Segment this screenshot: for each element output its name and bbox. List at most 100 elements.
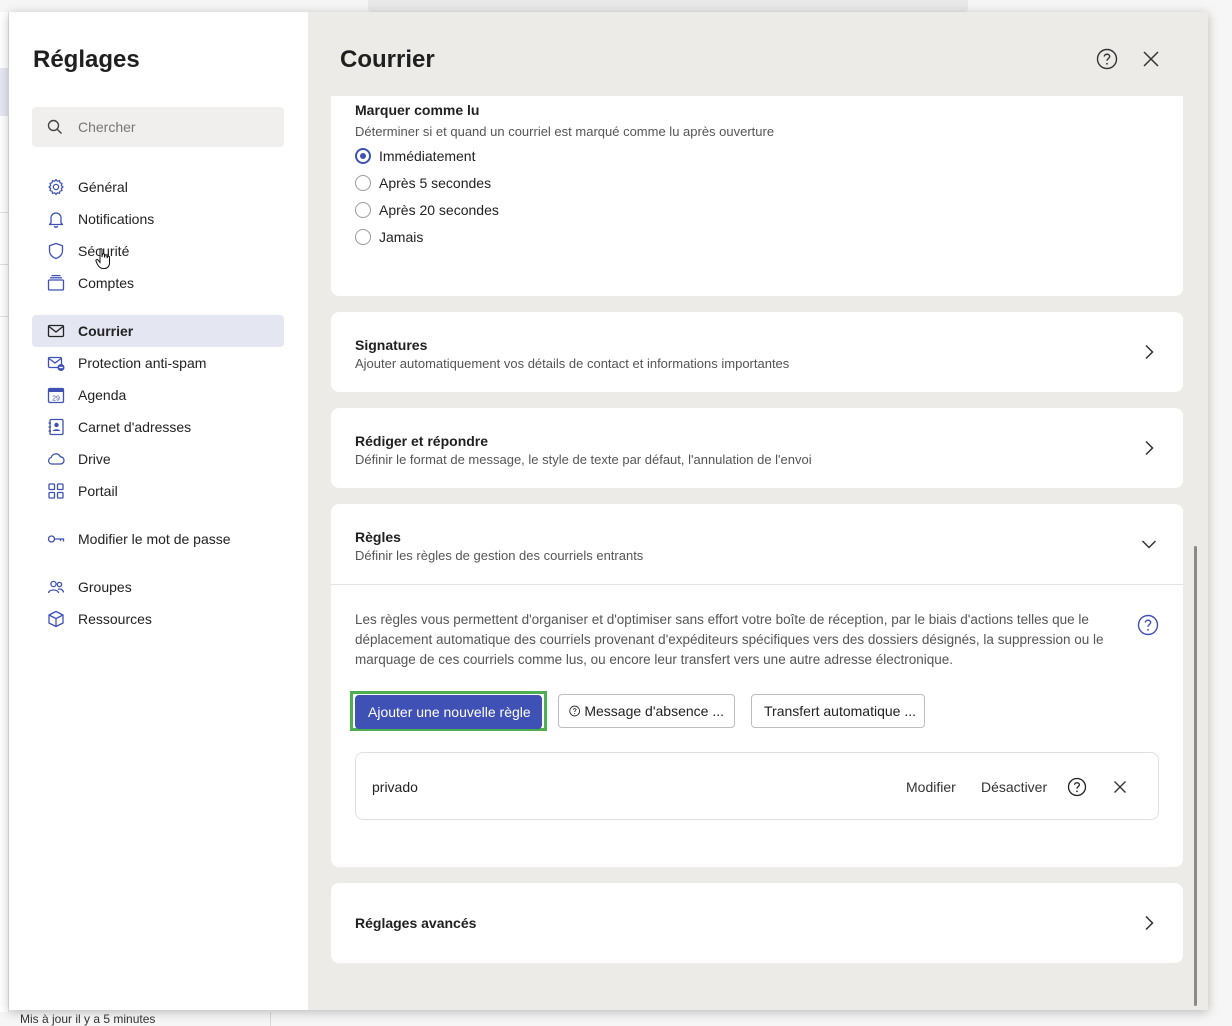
radio-label: Après 5 secondes bbox=[379, 175, 492, 191]
rule-item: privado Modifier Désactiver bbox=[355, 752, 1159, 820]
sidebar-item-drive[interactable]: Drive bbox=[32, 443, 284, 475]
key-icon bbox=[47, 535, 65, 543]
radio-button[interactable] bbox=[355, 229, 371, 245]
sidebar-item-label: Modifier le mot de passe bbox=[78, 531, 231, 547]
advanced-settings-title: Réglages avancés bbox=[355, 915, 477, 931]
sidebar-item-general[interactable]: Général bbox=[32, 171, 284, 203]
rules-description: Les règles vous permettent d'organiser e… bbox=[355, 612, 1104, 667]
signatures-subtitle: Ajouter automatiquement vos détails de c… bbox=[355, 356, 790, 371]
gear-icon bbox=[48, 178, 64, 196]
settings-sidebar: Réglages Général Notifications bbox=[9, 12, 308, 1010]
delete-rule-icon[interactable] bbox=[1113, 780, 1127, 794]
shield-icon bbox=[48, 242, 64, 260]
radio-button[interactable] bbox=[355, 202, 371, 218]
rules-header[interactable]: Règles Définir les règles de gestion des… bbox=[331, 504, 1183, 584]
radio-button[interactable] bbox=[355, 148, 371, 164]
svg-text:29: 29 bbox=[52, 395, 60, 402]
sidebar-item-label: Protection anti-spam bbox=[78, 355, 207, 371]
radio-label: Jamais bbox=[379, 229, 424, 245]
sidebar-item-portal[interactable]: Portail bbox=[32, 475, 284, 507]
sidebar-item-security[interactable]: Sécurité bbox=[32, 235, 284, 267]
sidebar-item-label: Général bbox=[78, 179, 128, 195]
advanced-settings-card[interactable]: Réglages avancés bbox=[331, 883, 1183, 963]
background-message-list bbox=[0, 12, 9, 1012]
divider bbox=[270, 1012, 271, 1026]
disable-rule-link[interactable]: Désactiver bbox=[981, 779, 1047, 795]
sidebar-item-address-book[interactable]: Carnet d'adresses bbox=[32, 411, 284, 443]
divider bbox=[0, 264, 9, 265]
radio-immediately[interactable]: Immédiatement bbox=[355, 146, 475, 166]
search-input[interactable] bbox=[78, 107, 278, 147]
radio-never[interactable]: Jamais bbox=[355, 227, 423, 247]
bell-icon bbox=[48, 212, 64, 228]
rules-title: Règles bbox=[355, 529, 401, 545]
compose-title: Rédiger et répondre bbox=[355, 433, 489, 449]
sidebar-item-notifications[interactable]: Notifications bbox=[32, 203, 284, 235]
background-search-bar bbox=[368, 0, 968, 12]
sidebar-item-label: Ressources bbox=[78, 611, 152, 627]
people-icon bbox=[47, 580, 65, 594]
cloud-icon bbox=[47, 453, 65, 465]
compose-subtitle: Définir le format de message, le style d… bbox=[355, 452, 812, 467]
close-icon[interactable] bbox=[1142, 50, 1160, 68]
help-icon[interactable] bbox=[1067, 777, 1087, 797]
sidebar-item-label: Groupes bbox=[78, 579, 132, 595]
chevron-right-icon bbox=[1145, 440, 1154, 456]
rules-card: Règles Définir les règles de gestion des… bbox=[331, 504, 1183, 867]
signatures-title: Signatures bbox=[355, 337, 428, 353]
settings-dialog: Réglages Général Notifications bbox=[9, 12, 1208, 1010]
mark-read-title: Marquer comme lu bbox=[355, 102, 480, 118]
sidebar-item-label: Drive bbox=[78, 451, 111, 467]
absence-message-button[interactable]: Message d'absence ... bbox=[558, 694, 735, 728]
grid-icon bbox=[48, 483, 64, 499]
radio-label: Immédiatement bbox=[379, 148, 476, 164]
mail-block-icon bbox=[47, 356, 65, 371]
radio-after-5-seconds[interactable]: Après 5 secondes bbox=[355, 173, 491, 193]
sidebar-item-accounts[interactable]: Comptes bbox=[32, 267, 284, 299]
sidebar-item-anti-spam[interactable]: Protection anti-spam bbox=[32, 347, 284, 379]
help-icon[interactable] bbox=[1096, 48, 1118, 70]
add-rule-button[interactable]: Ajouter une nouvelle règle bbox=[355, 695, 542, 729]
divider bbox=[0, 212, 9, 213]
sidebar-item-label: Notifications bbox=[78, 211, 155, 227]
auto-forward-button[interactable]: Transfert automatique ... bbox=[751, 694, 925, 728]
contact-book-icon bbox=[48, 418, 64, 436]
sidebar-item-label: Comptes bbox=[78, 275, 135, 291]
calendar-icon: 29 bbox=[47, 387, 65, 404]
search-icon bbox=[47, 119, 62, 134]
edit-rule-link[interactable]: Modifier bbox=[906, 779, 956, 795]
scrollbar[interactable] bbox=[1194, 546, 1197, 1006]
divider bbox=[0, 316, 9, 317]
sidebar-title: Réglages bbox=[33, 46, 140, 73]
sidebar-item-change-password[interactable]: Modifier le mot de passe bbox=[32, 523, 284, 555]
sidebar-item-label: Courrier bbox=[78, 323, 134, 339]
status-text: Mis à jour il y a 5 minutes bbox=[20, 1012, 156, 1026]
sidebar-item-groups[interactable]: Groupes bbox=[32, 571, 284, 603]
chevron-down-icon bbox=[1141, 540, 1157, 549]
settings-scroll-area: Marquer comme lu Déterminer si et quand … bbox=[308, 96, 1207, 1010]
settings-main-panel: Courrier Marquer comme lu Déterminer si … bbox=[308, 12, 1208, 1010]
chevron-right-icon bbox=[1145, 915, 1154, 931]
sidebar-item-label: Agenda bbox=[78, 387, 127, 403]
compose-card[interactable]: Rédiger et répondre Définir le format de… bbox=[331, 408, 1183, 488]
radio-label: Après 20 secondes bbox=[379, 202, 499, 218]
page-title: Courrier bbox=[340, 46, 435, 73]
search-box[interactable] bbox=[32, 107, 284, 147]
background-selected-row bbox=[0, 68, 9, 116]
help-icon bbox=[569, 705, 580, 717]
radio-button[interactable] bbox=[355, 175, 371, 191]
radio-after-20-seconds[interactable]: Après 20 secondes bbox=[355, 200, 499, 220]
sidebar-item-resources[interactable]: Ressources bbox=[32, 603, 284, 635]
sidebar-item-agenda[interactable]: 29 Agenda bbox=[32, 379, 284, 411]
stack-icon bbox=[47, 274, 65, 291]
mark-read-subtitle: Déterminer si et quand un courriel est m… bbox=[355, 124, 775, 139]
help-icon[interactable] bbox=[1137, 614, 1159, 636]
cube-icon bbox=[48, 610, 64, 628]
sidebar-item-label: Portail bbox=[78, 483, 118, 499]
sidebar-item-mail[interactable]: Courrier bbox=[32, 315, 284, 347]
signatures-card[interactable]: Signatures Ajouter automatiquement vos d… bbox=[331, 312, 1183, 392]
divider bbox=[331, 584, 1183, 585]
sidebar-item-label: Carnet d'adresses bbox=[78, 419, 192, 435]
hand-cursor-icon bbox=[95, 248, 110, 269]
rule-name: privado bbox=[372, 779, 418, 795]
